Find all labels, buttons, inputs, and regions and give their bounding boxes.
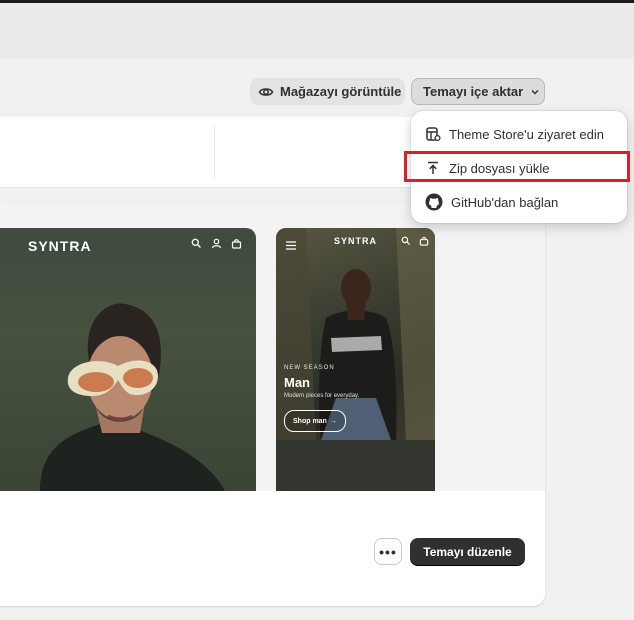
shop-man-label: Shop man xyxy=(293,417,327,425)
theme-preview-area: SYNTRA SYNTRA NEW SEASON Man Modern piec… xyxy=(0,204,545,491)
menu-item-github[interactable]: GitHub'dan bağlan xyxy=(411,187,627,217)
view-store-label: Mağazayı görüntüle xyxy=(280,84,402,99)
menu-item-label: GitHub'dan bağlan xyxy=(451,194,559,210)
shop-man-button: Shop man → xyxy=(284,410,346,432)
themes-table-card xyxy=(0,117,460,188)
eye-icon xyxy=(258,84,274,100)
season-label: NEW SEASON xyxy=(284,365,335,371)
github-icon xyxy=(425,193,443,211)
model-photo xyxy=(40,303,225,491)
search-icon xyxy=(401,236,411,246)
mobile-store-logo: SYNTRA xyxy=(334,236,378,246)
column-divider xyxy=(214,123,215,181)
ellipsis-icon: ••• xyxy=(379,543,397,560)
desktop-preview[interactable]: SYNTRA xyxy=(0,228,256,491)
import-theme-button[interactable]: Temayı içe aktar xyxy=(411,78,545,105)
second-section-preview xyxy=(276,440,435,491)
edit-theme-button[interactable]: Temayı düzenle xyxy=(410,538,525,566)
edit-theme-label: Temayı düzenle xyxy=(423,545,512,559)
theme-store-icon xyxy=(425,126,441,142)
view-store-button[interactable]: Mağazayı görüntüle xyxy=(250,78,405,105)
page-header-area xyxy=(0,3,634,59)
arrow-right-icon: → xyxy=(329,417,337,425)
current-theme-card: SYNTRA SYNTRA NEW SEASON Man Modern piec… xyxy=(0,204,545,606)
hero-subtext: Modern pieces for everyday. xyxy=(284,393,360,399)
bag-icon xyxy=(419,236,429,246)
hero-headline: Man xyxy=(284,375,310,390)
import-theme-label: Temayı içe aktar xyxy=(423,84,524,99)
mobile-preview[interactable]: SYNTRA NEW SEASON Man Modern pieces for … xyxy=(276,228,435,491)
hero-image xyxy=(276,228,435,440)
menu-icon xyxy=(286,237,296,255)
chevron-down-icon xyxy=(529,86,541,98)
menu-item-label: Theme Store'u ziyaret edin xyxy=(449,126,604,142)
more-actions-button[interactable]: ••• xyxy=(374,538,402,565)
highlight-box xyxy=(404,151,630,182)
menu-item-theme-store[interactable]: Theme Store'u ziyaret edin xyxy=(411,119,627,149)
